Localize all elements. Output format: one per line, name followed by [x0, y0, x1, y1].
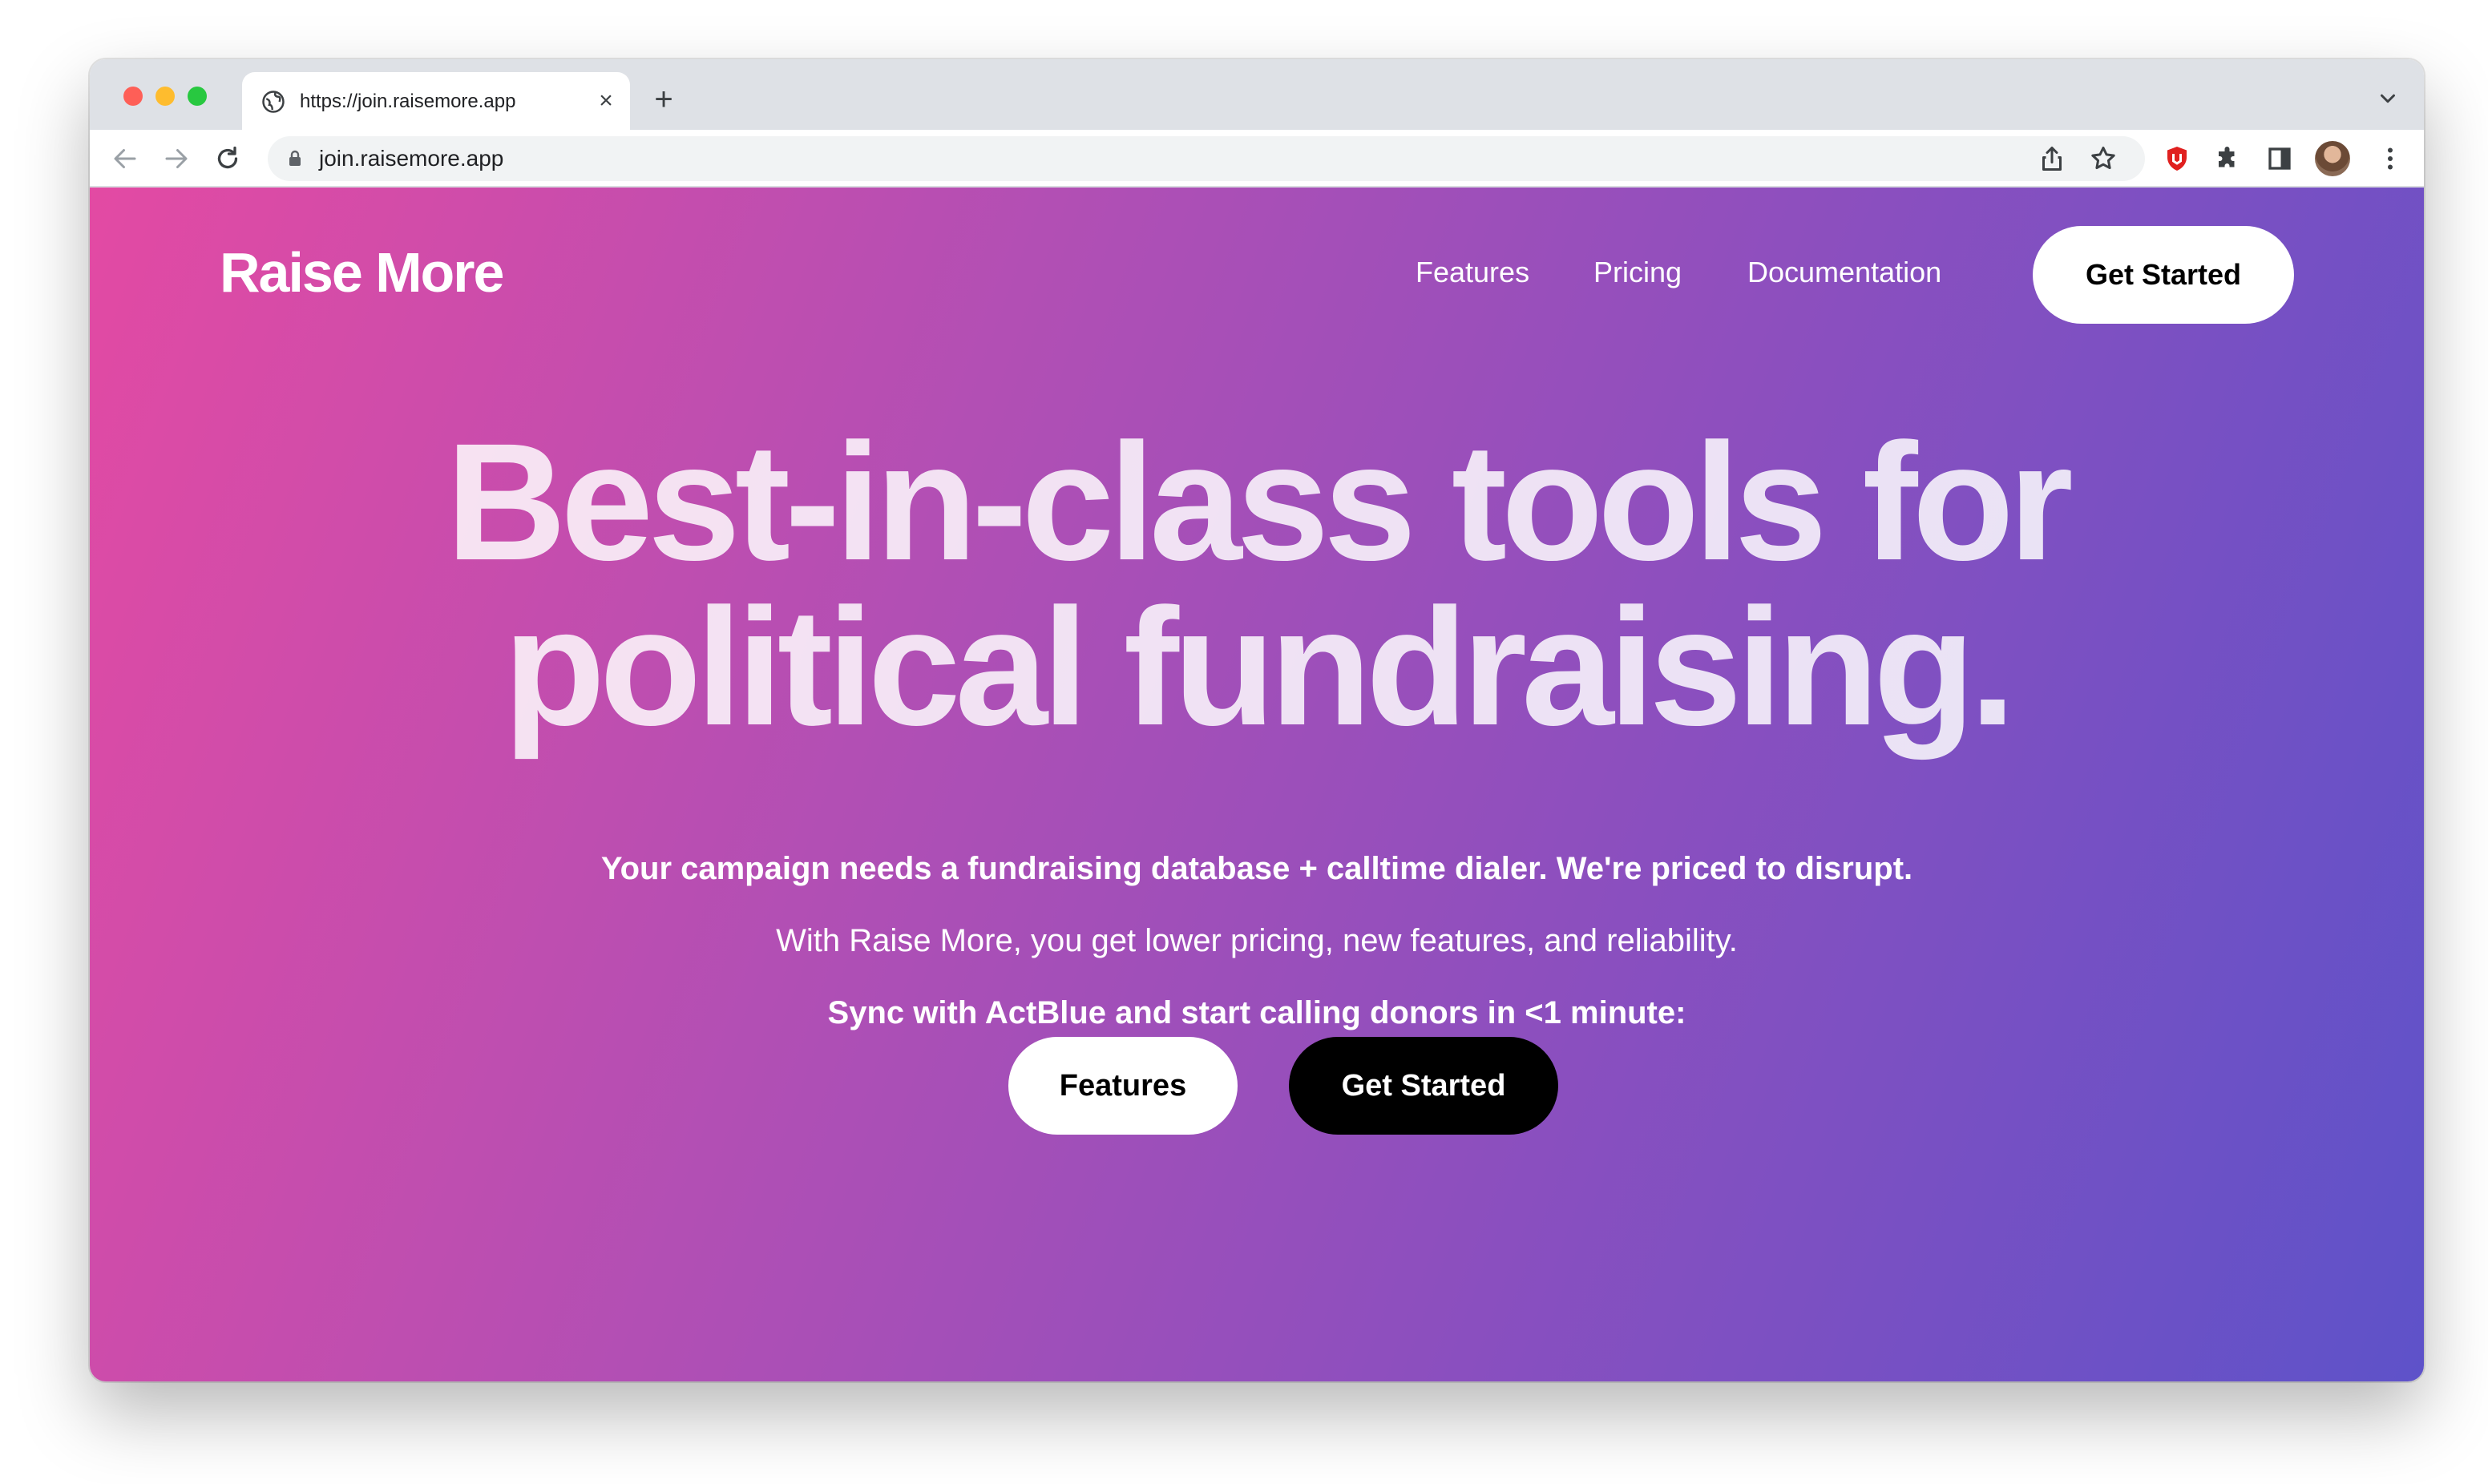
hero-get-started-button[interactable]: Get Started	[1289, 1037, 1558, 1135]
reload-icon[interactable]	[213, 144, 242, 173]
tab-strip: https://join.raisemore.app × +	[90, 59, 2424, 130]
hero-sync-text: Sync with ActBlue and start calling dono…	[827, 995, 1686, 1030]
hero-headline-line-1: Best-in-class tools for	[446, 409, 2073, 595]
forward-arrow-icon[interactable]	[162, 144, 191, 173]
kebab-menu-icon[interactable]	[2376, 144, 2405, 173]
hero-features-button[interactable]: Features	[1008, 1037, 1238, 1135]
share-icon[interactable]	[2038, 144, 2066, 173]
zoom-window-button[interactable]	[188, 87, 207, 106]
landing-page: Raise More Features Pricing Documentatio…	[90, 188, 2424, 1381]
side-panel-icon[interactable]	[2265, 144, 2294, 173]
lock-icon[interactable]	[285, 149, 305, 168]
brand-logo[interactable]: Raise More	[220, 240, 504, 304]
hero-headline-line-2: political fundraising.	[503, 575, 2016, 760]
nav-link-documentation[interactable]: Documentation	[1747, 256, 1941, 288]
hero-headline: Best-in-class tools for political fundra…	[90, 419, 2424, 751]
close-tab-icon[interactable]: ×	[593, 88, 619, 114]
nav-link-pricing[interactable]: Pricing	[1593, 256, 1682, 288]
close-window-button[interactable]	[123, 87, 143, 106]
nav-get-started-button[interactable]: Get Started	[2033, 226, 2294, 324]
new-tab-button[interactable]: +	[648, 83, 680, 115]
hero-body-text: With Raise More, you get lower pricing, …	[776, 923, 1738, 958]
back-arrow-icon[interactable]	[111, 144, 139, 173]
extension-shield-icon[interactable]	[2163, 144, 2191, 173]
chevron-down-icon[interactable]	[2376, 87, 2400, 111]
browser-tab[interactable]: https://join.raisemore.app ×	[242, 72, 630, 130]
minimize-window-button[interactable]	[156, 87, 175, 106]
address-bar[interactable]: join.raisemore.app	[268, 136, 2145, 181]
tab-title: https://join.raisemore.app	[300, 91, 516, 112]
globe-icon	[262, 91, 285, 113]
address-url[interactable]: join.raisemore.app	[319, 146, 503, 171]
nav-link-features[interactable]: Features	[1416, 256, 1529, 288]
browser-window: https://join.raisemore.app × + join.rais…	[90, 59, 2424, 1381]
bookmark-star-icon[interactable]	[2089, 144, 2118, 173]
profile-avatar[interactable]	[2315, 141, 2350, 176]
puzzle-icon[interactable]	[2214, 144, 2243, 173]
hero-subhead: Your campaign needs a fundraising databa…	[600, 851, 1913, 886]
browser-toolbar: join.raisemore.app	[90, 130, 2424, 188]
